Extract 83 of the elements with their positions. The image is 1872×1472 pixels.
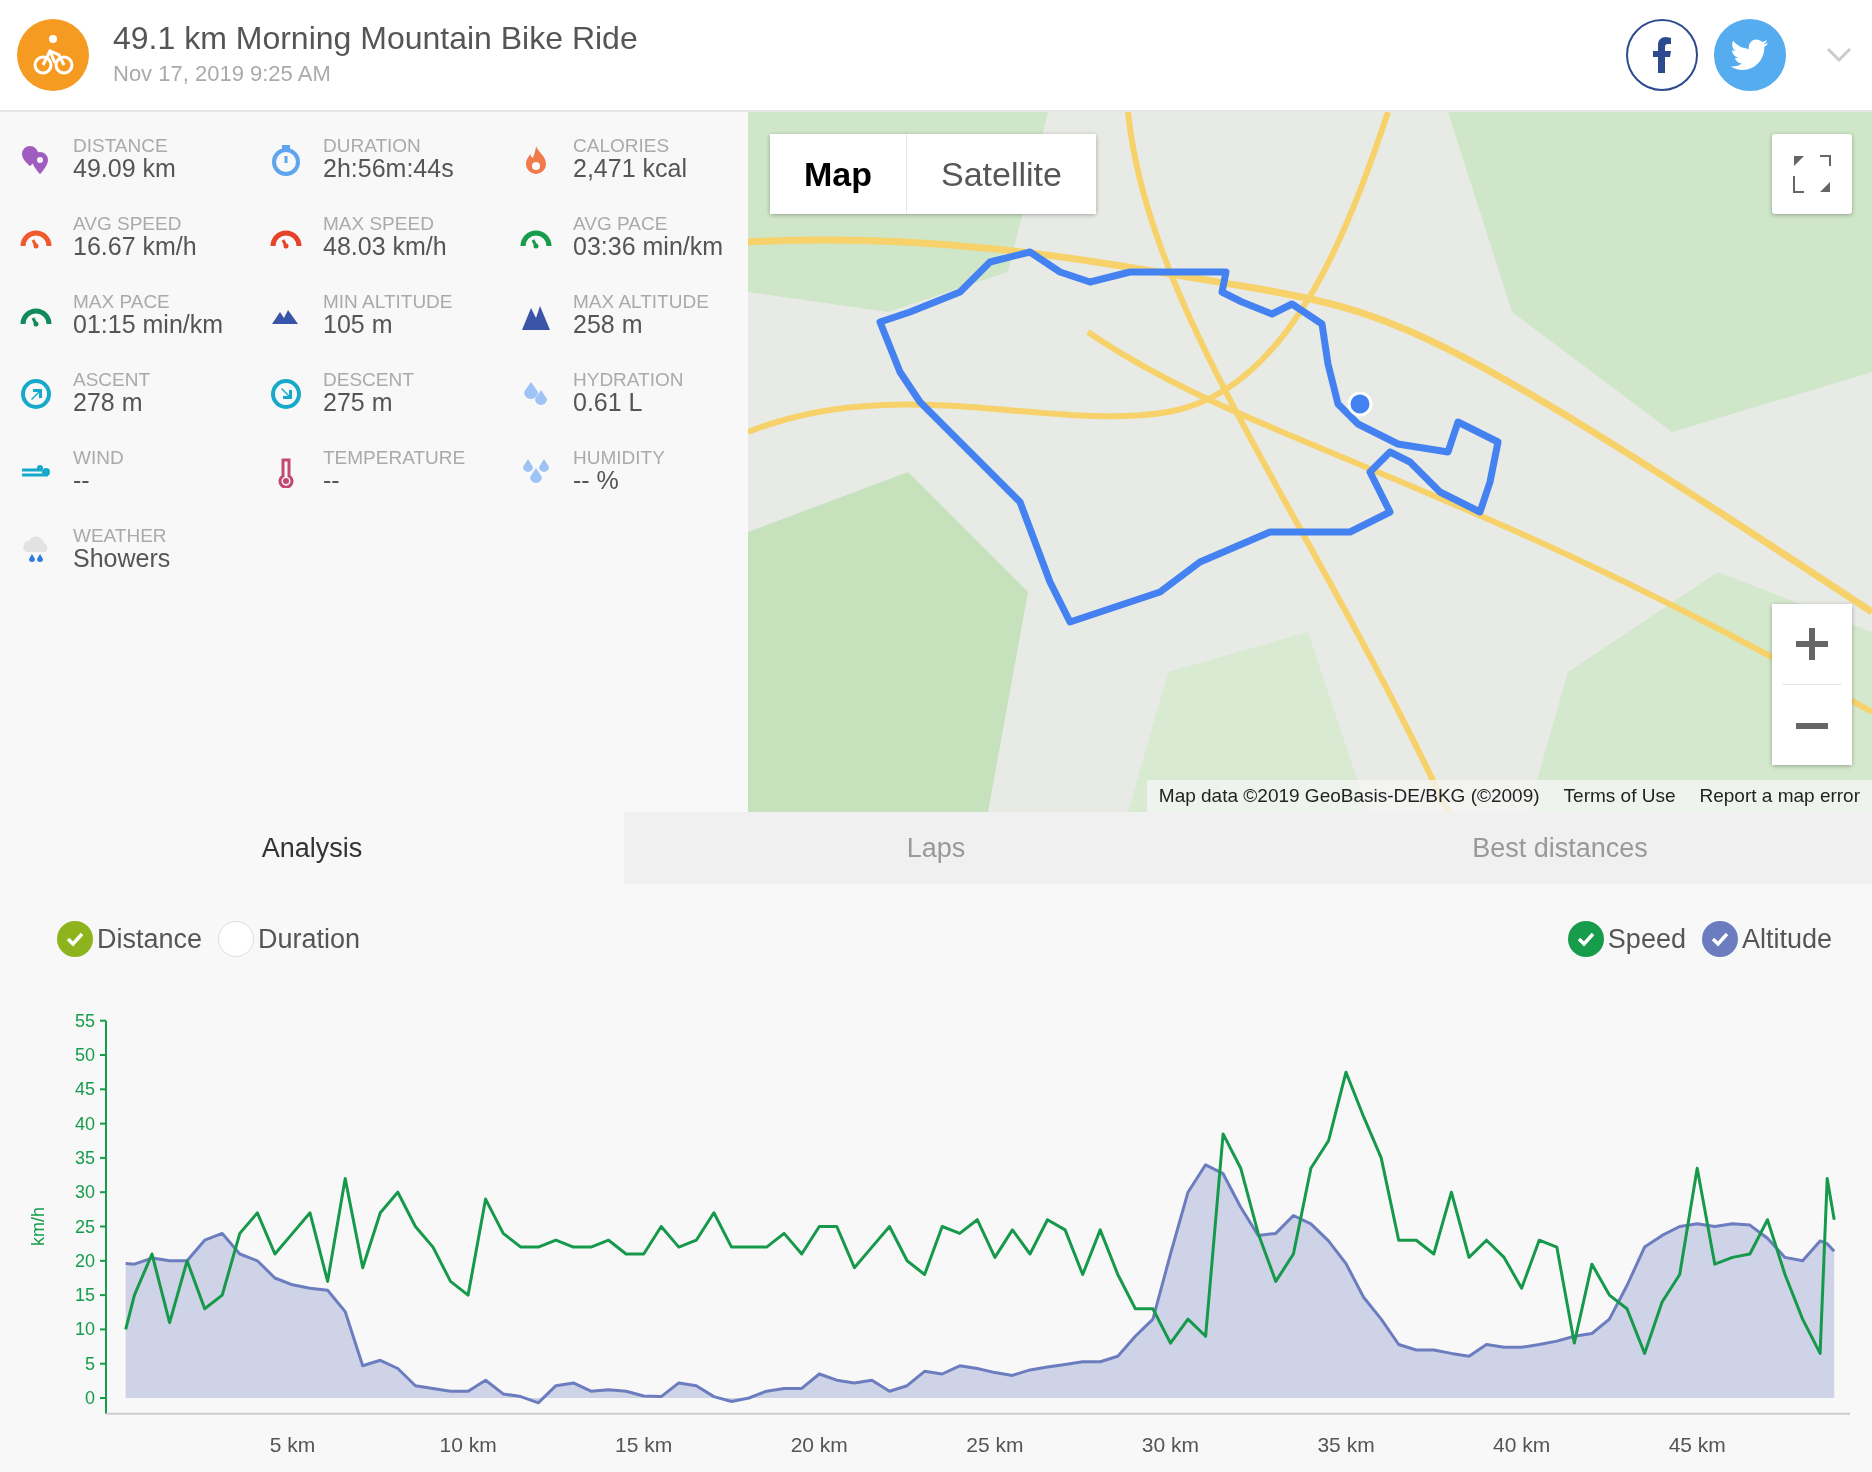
stat-value: 2h:56m:44s [323, 155, 454, 183]
stat-label: MAX SPEED [323, 214, 435, 233]
stat-value: 16.67 km/h [73, 233, 197, 261]
arrow-up-right-icon [20, 378, 52, 410]
plus-icon [1794, 626, 1830, 662]
stat-value: 258 m [573, 311, 644, 339]
map-type-button[interactable]: Satellite [906, 134, 1096, 214]
y-tick-label: 0 [85, 1388, 95, 1408]
y-tick-label: 25 [74, 1216, 95, 1237]
x-tick-label: 40 km [1493, 1432, 1551, 1456]
y-tick-label: 20 [74, 1250, 95, 1271]
stat-label: DURATION [323, 136, 422, 155]
x-tick-label: 10 km [439, 1432, 497, 1456]
y-tick-label: 55 [74, 1010, 95, 1031]
stat-value: 2,471 kcal [573, 155, 687, 183]
x-tick-label: 5 km [269, 1432, 316, 1456]
arrow-down-right-icon [270, 378, 302, 410]
map-link[interactable]: Report a map error [1687, 779, 1872, 812]
zoom-in-button[interactable] [1772, 604, 1852, 684]
stat-label: DESCENT [323, 370, 414, 389]
stat-label: TEMPERATURE [323, 448, 466, 467]
check-icon [65, 931, 85, 947]
x-tick-label: 35 km [1317, 1432, 1375, 1456]
stat-value: 105 m [323, 311, 394, 339]
legend-label: Altitude [1741, 922, 1832, 956]
stat-label: CALORIES [573, 136, 671, 155]
stat-label: HYDRATION [573, 370, 684, 389]
y-tick-label: 5 [85, 1353, 95, 1374]
stat-value: 278 m [73, 389, 144, 417]
fullscreen-button[interactable] [1772, 134, 1852, 214]
stat-label: WIND [73, 448, 124, 467]
check-icon [1709, 931, 1730, 947]
map-link[interactable]: Terms of Use [1551, 779, 1688, 812]
fullscreen-icon [1792, 154, 1832, 194]
x-tick-label: 15 km [615, 1432, 673, 1456]
x-tick-label: 20 km [790, 1432, 848, 1456]
stat-label: AVG SPEED [73, 214, 183, 233]
y-tick-label: 35 [74, 1147, 95, 1168]
x-tick-label: 30 km [1141, 1432, 1200, 1456]
stat-label: HUMIDITY [573, 448, 665, 467]
legend-label: Distance [97, 922, 203, 956]
stat-value: 03:36 min/km [573, 233, 724, 261]
stat-value: 49.09 km [73, 155, 176, 183]
stat-value: Showers [73, 545, 171, 573]
stat-label: MAX ALTITUDE [573, 292, 709, 311]
radio-button[interactable] [57, 921, 93, 957]
zoom-out-button[interactable] [1772, 685, 1852, 765]
stat-value: 48.03 km/h [323, 233, 447, 261]
stat-value: -- % [573, 467, 620, 495]
legend-label: Speed [1607, 922, 1686, 956]
stat-label: WEATHER [73, 526, 168, 545]
x-tick-label: 45 km [1668, 1432, 1726, 1456]
legend-label: Duration [258, 922, 361, 956]
y-tick-label: 30 [74, 1182, 95, 1203]
stat-label: AVG PACE [573, 214, 669, 233]
x-tick-label: 25 km [966, 1432, 1024, 1456]
stat-value: -- [73, 467, 91, 495]
check-icon [1575, 931, 1596, 947]
stat-value: 275 m [323, 389, 394, 417]
radio-button[interactable] [218, 921, 255, 957]
stat-label: ASCENT [73, 370, 151, 389]
map-type-button[interactable]: Map [770, 134, 906, 214]
stat-value: 01:15 min/km [73, 311, 224, 339]
y-tick-label: 45 [74, 1079, 95, 1100]
stat-value: 0.61 L [573, 389, 644, 417]
facebook-icon [1652, 37, 1672, 73]
bird-icon [1731, 39, 1769, 71]
stopwatch-icon [270, 144, 302, 176]
y-tick-label: 40 [74, 1113, 95, 1134]
checkbox[interactable] [1567, 921, 1604, 957]
stat-label: DISTANCE [73, 136, 169, 155]
activity-title: 49.1 km Morning Mountain Bike Ride [113, 20, 638, 57]
y-tick-label: 50 [74, 1045, 95, 1065]
y-tick-label: 15 [74, 1285, 95, 1306]
checkbox[interactable] [1701, 921, 1738, 957]
stat-label: MIN ALTITUDE [323, 292, 453, 311]
minus-icon [1794, 721, 1830, 730]
stat-label: MAX PACE [73, 292, 171, 311]
y-axis-label: km/h [28, 1207, 48, 1246]
map-attribution: Map data ©2019 GeoBasis-DE/BKG (©2009) [1157, 783, 1541, 808]
activity-date: Nov 17, 2019 9:25 AM [113, 59, 332, 88]
stat-value: -- [323, 467, 341, 495]
y-tick-label: 10 [74, 1319, 95, 1340]
